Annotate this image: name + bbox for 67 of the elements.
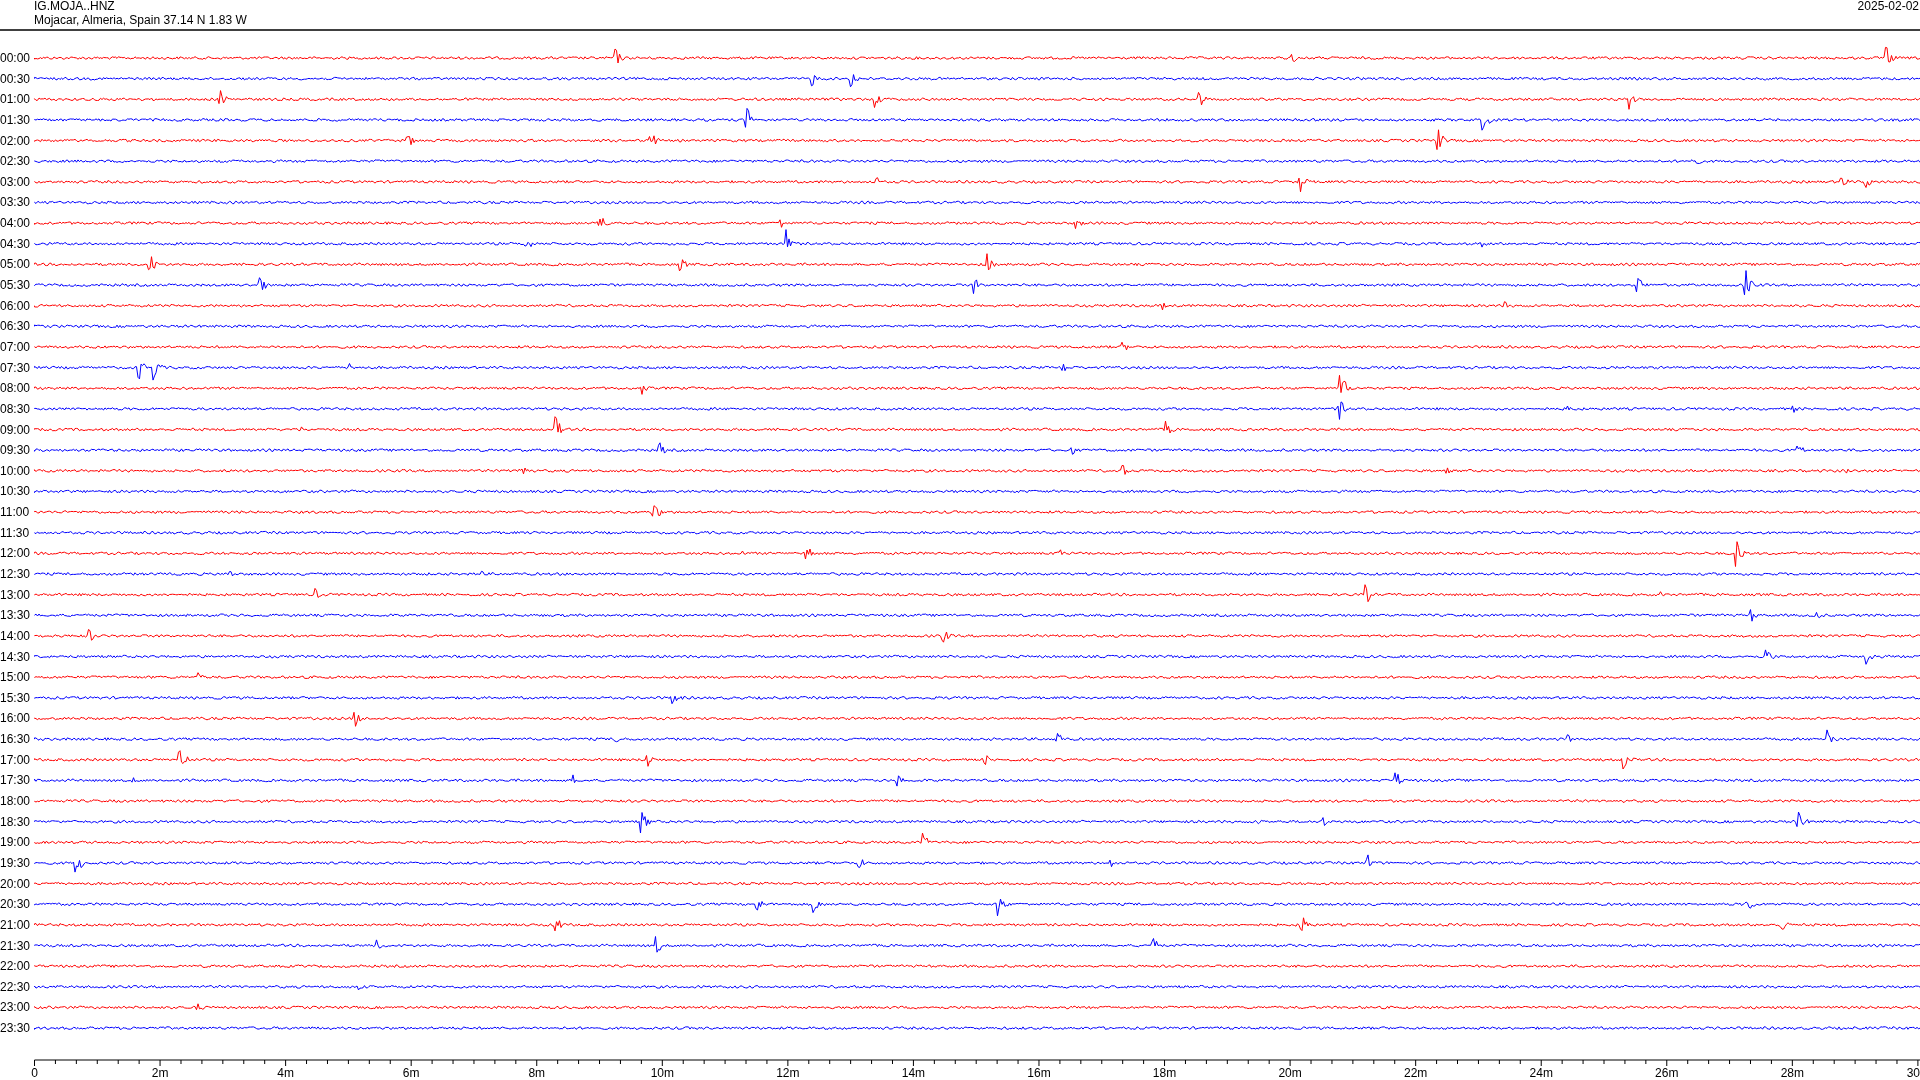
axis-label: 4m [277, 1066, 294, 1080]
time-label: 15:00 [0, 670, 31, 685]
time-label: 00:30 [0, 71, 31, 86]
time-label: 11:30 [0, 525, 30, 540]
time-label: 04:30 [0, 236, 31, 251]
time-label: 22:00 [0, 959, 31, 974]
time-label: 20:30 [0, 897, 31, 912]
axis-label: 30 [1906, 1066, 1920, 1080]
time-label: 19:00 [0, 835, 31, 850]
time-label: 09:00 [0, 422, 31, 437]
time-label: 08:30 [0, 401, 31, 416]
station-location: Mojacar, Almeria, Spain 37.14 N 1.83 W [34, 13, 247, 27]
time-label: 18:00 [0, 794, 31, 809]
time-label: 11:00 [0, 505, 30, 520]
time-label: 20:00 [0, 876, 31, 891]
time-label: 23:00 [0, 1000, 31, 1015]
time-label: 07:00 [0, 339, 31, 354]
time-label: 04:00 [0, 216, 31, 231]
time-label: 02:00 [0, 133, 31, 148]
axis-label: 24m [1529, 1066, 1553, 1080]
axis-label: 20m [1278, 1066, 1302, 1080]
time-label: 16:30 [0, 732, 31, 747]
time-label: 17:00 [0, 752, 31, 767]
axis-label: 26m [1655, 1066, 1679, 1080]
date-label: 2025-02-02 [1857, 0, 1919, 13]
time-label: 15:30 [0, 690, 31, 705]
time-label: 13:30 [0, 608, 31, 623]
time-label: 03:30 [0, 195, 31, 210]
time-label: 08:00 [0, 381, 31, 396]
time-label: 12:30 [0, 567, 31, 581]
time-label: 10:00 [0, 463, 31, 478]
axis-label: 12m [776, 1066, 800, 1080]
time-label: 00:00 [0, 51, 31, 65]
time-label: 21:30 [0, 938, 31, 953]
axis-label: 2m [151, 1066, 169, 1080]
time-label: 09:30 [0, 443, 31, 458]
time-label: 07:30 [0, 360, 31, 375]
axis-label: 18m [1152, 1066, 1177, 1080]
time-label: 12:00 [0, 546, 31, 561]
time-label: 10:30 [0, 484, 31, 499]
time-label: 06:00 [0, 298, 31, 313]
time-label: 21:00 [0, 917, 31, 932]
axis-label: 6m [402, 1066, 420, 1080]
station-code: IG.MOJA..HNZ [34, 0, 115, 13]
axis-label: 8m [528, 1066, 546, 1080]
time-label: 06:30 [0, 319, 31, 334]
time-label: 13:00 [0, 587, 31, 602]
axis-label: 28m [1780, 1066, 1804, 1080]
time-label: 14:00 [0, 628, 31, 643]
time-label: 19:30 [0, 855, 31, 870]
time-label: 23:30 [0, 1021, 31, 1036]
time-label: 01:30 [0, 112, 31, 127]
axis-label: 0 [31, 1066, 38, 1080]
time-label: 03:00 [0, 174, 31, 189]
time-label: 16:00 [0, 711, 31, 726]
time-label: 18:30 [0, 814, 31, 829]
time-label: 14:30 [0, 649, 31, 664]
time-label: 02:30 [0, 154, 31, 169]
time-label: 05:30 [0, 278, 31, 293]
time-label: 17:30 [0, 773, 31, 788]
time-label: 01:00 [0, 92, 31, 107]
axis-label: 14m [901, 1066, 926, 1080]
axis-label: 22m [1404, 1066, 1428, 1080]
time-label: 05:00 [0, 257, 31, 272]
axis-label: 10m [650, 1066, 674, 1080]
time-label: 22:30 [0, 979, 31, 994]
axis-label: 16m [1027, 1066, 1051, 1080]
